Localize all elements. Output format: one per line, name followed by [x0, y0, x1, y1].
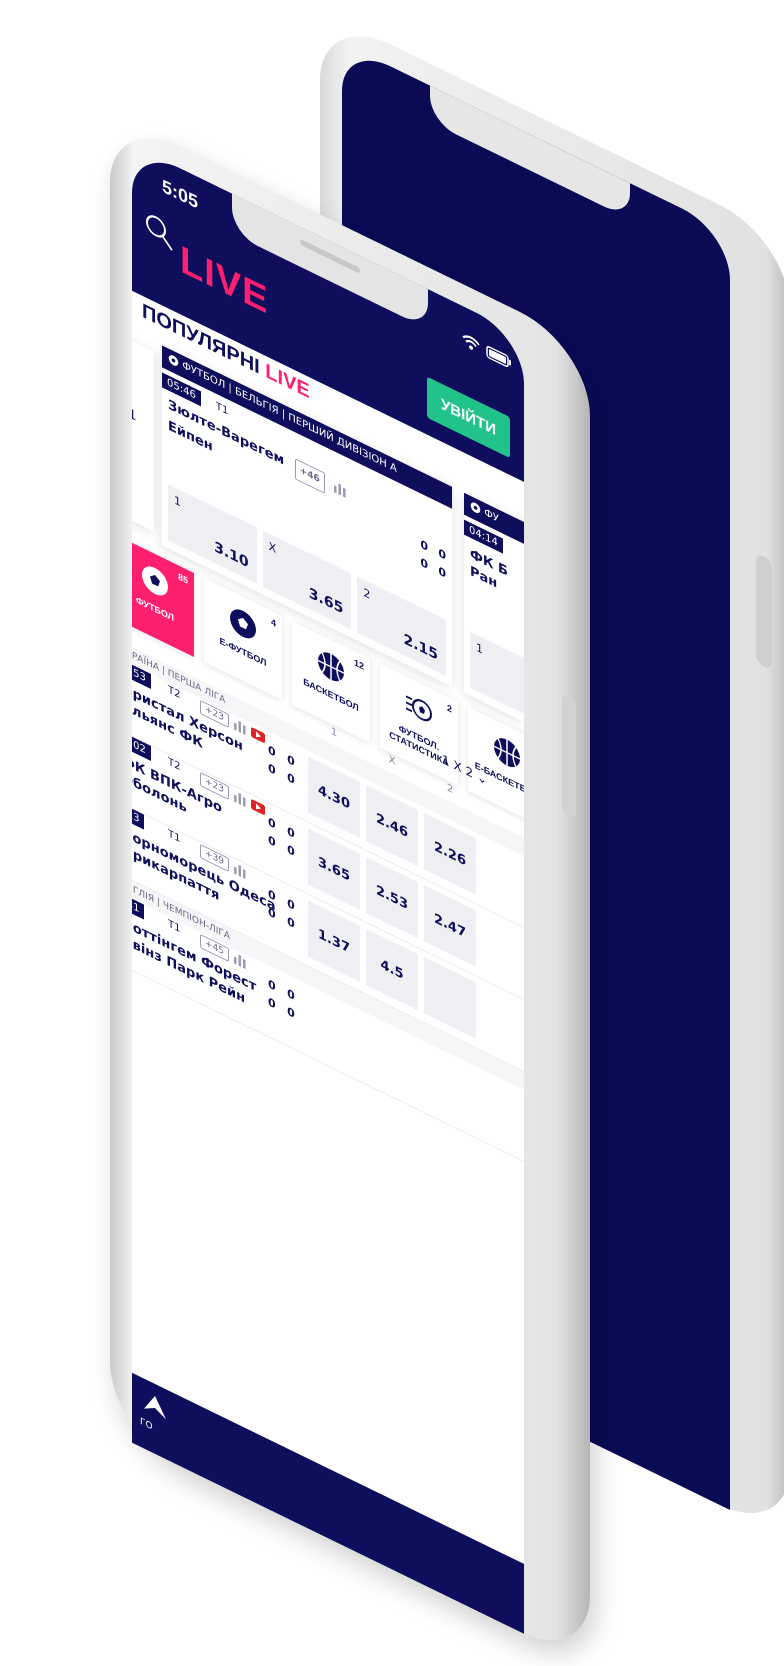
home-logo-icon[interactable] — [142, 1388, 168, 1423]
basketball-icon — [318, 652, 344, 682]
front-phone: 5:05 LIVE УВІЙТИ ПОПУЛЯРНІ LIVE 11 ФУТБО… — [110, 112, 590, 1666]
stats-icon[interactable] — [233, 861, 247, 880]
status-time: 5:05 — [162, 175, 199, 213]
score-value: 0 — [287, 770, 295, 788]
basketball-icon — [494, 738, 520, 768]
sport-count: 85 — [177, 571, 188, 587]
odd-label: 2 — [363, 585, 371, 602]
nav-label: ГО — [140, 1416, 153, 1433]
status-icons — [462, 332, 512, 370]
event-score: 0 0 0 0 — [268, 741, 295, 790]
popular-card-score1: 0 0 — [420, 535, 428, 575]
score-value: 0 — [287, 752, 295, 770]
score-value: 0 — [420, 555, 428, 573]
popular-card-score2: 0 0 — [438, 544, 446, 584]
score-value: 0 — [268, 887, 276, 904]
search-icon[interactable] — [144, 209, 174, 254]
event-score: 0 0 0 0 — [268, 813, 295, 862]
next-card-league-text: ФУ — [484, 507, 499, 526]
score-value: 0 — [268, 761, 276, 778]
odd-value: 2.15 — [403, 631, 439, 664]
score-value: 0 — [268, 905, 276, 922]
score-value: 0 — [287, 824, 295, 842]
soccer-ball-icon — [230, 609, 256, 639]
event-score: 0 0 0 0 — [268, 975, 295, 1024]
stats-icon[interactable] — [233, 717, 247, 736]
next-card-odd[interactable]: 1 — [470, 631, 524, 717]
wifi-icon — [462, 335, 480, 350]
page-title: LIVE — [180, 238, 269, 324]
event-period: T2 — [168, 684, 181, 702]
sport-count: 2 — [446, 702, 452, 715]
score-value: 0 — [287, 986, 295, 1004]
prev-card-line2: 11 — [132, 401, 137, 425]
sport-count: 4 — [270, 616, 276, 629]
stats-icon[interactable] — [333, 479, 347, 498]
odd-value: 3.65 — [308, 584, 344, 618]
stats-icon[interactable] — [233, 951, 247, 970]
next-popular-card[interactable]: ФУ 04:14 ФК Б Ран 1 — [464, 492, 524, 722]
event-period: T1 — [168, 918, 181, 936]
sport-tab-ebasketball[interactable]: 3 Е-БАСКЕТБОЛ — [468, 706, 524, 829]
video-stream-icon[interactable] — [251, 798, 265, 816]
odd-label: 1 — [174, 493, 181, 510]
soccer-ball-icon — [142, 566, 168, 596]
score-value: 0 — [268, 995, 276, 1012]
soccer-stats-icon — [406, 695, 432, 722]
soccer-ball-icon — [168, 355, 179, 366]
bottom-navigation: ГО — [132, 1372, 524, 1634]
previous-popular-card[interactable]: 7 11 — [132, 330, 154, 532]
popular-card-period: T1 — [215, 400, 229, 418]
odd-value: 3.10 — [214, 538, 249, 572]
sport-count: 12 — [353, 656, 364, 672]
score-value: 0 — [287, 1004, 295, 1022]
score-value: 0 — [287, 914, 295, 932]
score-value: 0 — [438, 564, 446, 581]
odd-label: 1 — [476, 640, 483, 657]
front-phone-side-button — [562, 692, 576, 820]
score-value: 0 — [287, 842, 295, 860]
event-period: T2 — [168, 756, 181, 774]
battery-icon — [486, 345, 511, 367]
prev-card-line1: 7 — [132, 375, 146, 403]
odd-label: X — [268, 539, 277, 557]
score-value: 0 — [268, 833, 276, 850]
video-stream-icon[interactable] — [251, 726, 265, 744]
login-button[interactable]: УВІЙТИ — [426, 376, 510, 459]
back-phone-side-button — [756, 552, 772, 671]
soccer-ball-icon — [470, 502, 481, 514]
app-screen: 5:05 LIVE УВІЙТИ ПОПУЛЯРНІ LIVE 11 ФУТБО… — [132, 144, 524, 1634]
sport-label: Е-ФУТБОЛ — [219, 635, 267, 669]
score-value: 0 — [268, 977, 276, 994]
score-value: 0 — [287, 896, 295, 914]
stats-icon[interactable] — [233, 789, 247, 808]
score-value: 0 — [268, 743, 276, 760]
score-value: 0 — [268, 815, 276, 832]
event-period: T1 — [168, 828, 181, 846]
